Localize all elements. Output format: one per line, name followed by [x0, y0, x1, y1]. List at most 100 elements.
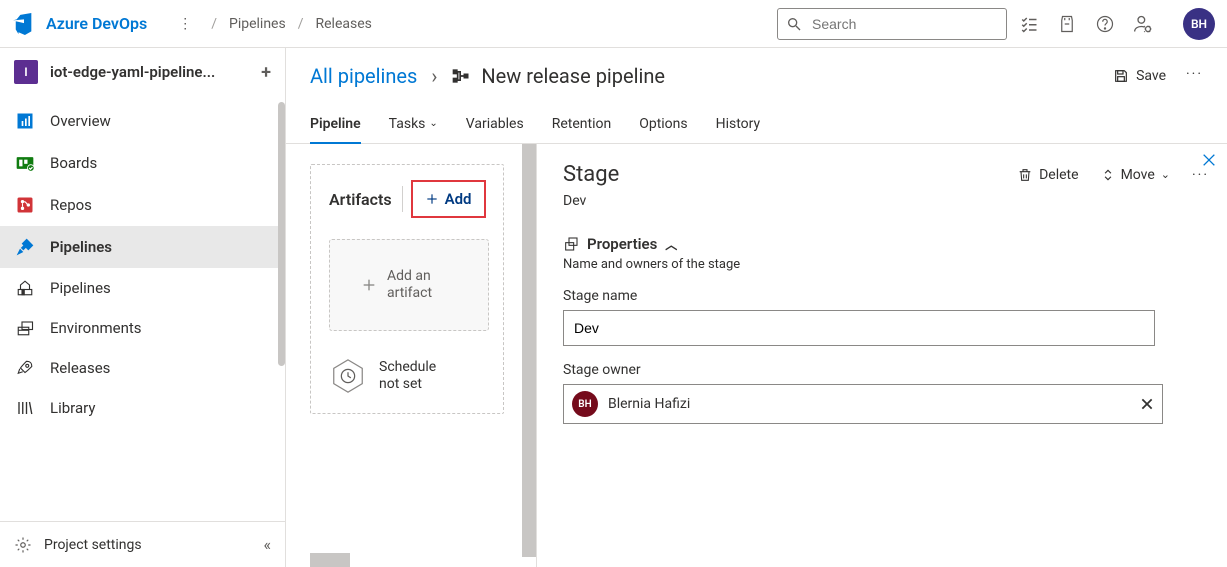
artifacts-section: Artifacts Add Add an arti: [310, 164, 504, 414]
task-list-icon[interactable]: [1019, 14, 1039, 34]
tab-history[interactable]: History: [716, 104, 761, 143]
library-icon: [14, 397, 36, 419]
user-settings-icon[interactable]: [1133, 14, 1153, 34]
stage-name-input[interactable]: [563, 310, 1155, 346]
schedule-text: Schedule not set: [379, 359, 449, 394]
stage-owner-label: Stage owner: [563, 362, 1209, 378]
canvas-scrollbar-vertical[interactable]: [522, 144, 536, 557]
tab-tasks[interactable]: Tasks⌄: [389, 104, 438, 143]
search-box[interactable]: [777, 8, 1007, 40]
tab-pipeline[interactable]: Pipeline: [310, 104, 361, 143]
add-artifact-tile[interactable]: Add an artifact: [329, 239, 489, 331]
nav-label: Boards: [50, 154, 97, 172]
properties-section-header[interactable]: Properties ︿: [563, 235, 1209, 253]
stage-panel: Stage Delete Move: [536, 144, 1227, 567]
project-header[interactable]: I iot-edge-yaml-pipeline... +: [0, 48, 285, 96]
pipeline-canvas: Artifacts Add Add an arti: [286, 144, 536, 567]
project-settings-label: Project settings: [44, 537, 142, 553]
sidebar-item-library[interactable]: Library: [0, 388, 279, 428]
remove-owner-icon[interactable]: [1140, 397, 1154, 411]
plus-icon: [361, 277, 377, 293]
more-actions-icon[interactable]: ···: [1186, 66, 1203, 86]
trash-icon: [1017, 167, 1033, 183]
releases-icon: [14, 357, 36, 379]
more-stage-actions-icon[interactable]: ···: [1192, 167, 1209, 183]
top-header: Azure DevOps ⋮ / Pipelines / Releases BH: [0, 0, 1227, 48]
chevron-up-icon: ︿: [665, 236, 677, 253]
breadcrumb-sep: /: [298, 16, 304, 32]
add-artifact-button[interactable]: Add: [411, 180, 486, 218]
tabs: Pipeline Tasks⌄ Variables Retention Opti…: [286, 104, 1227, 144]
chevron-down-icon: ⌄: [429, 118, 437, 129]
overview-icon: [14, 110, 36, 132]
save-button[interactable]: Save: [1113, 68, 1166, 84]
owner-name: Blernia Hafizi: [608, 396, 1130, 412]
sidebar-scrollbar[interactable]: [278, 102, 285, 366]
save-label: Save: [1136, 68, 1166, 84]
nav-label: Releases: [50, 359, 110, 377]
main: All pipelines › New release pipeline Sav…: [286, 48, 1227, 567]
properties-icon: [563, 236, 579, 252]
move-icon: [1101, 168, 1115, 182]
canvas-scrollbar-horizontal[interactable]: [310, 553, 536, 567]
project-settings[interactable]: Project settings «: [0, 521, 285, 567]
sidebar: I iot-edge-yaml-pipeline... + Overview B…: [0, 48, 286, 567]
nav-label: Library: [50, 399, 95, 417]
add-project-icon[interactable]: +: [261, 62, 271, 83]
collapse-sidebar-icon[interactable]: «: [263, 535, 271, 554]
owner-avatar: BH: [572, 391, 598, 417]
nav-label: Environments: [50, 319, 142, 337]
search-icon: [786, 16, 802, 32]
sidebar-item-overview[interactable]: Overview: [0, 100, 279, 142]
tab-retention[interactable]: Retention: [552, 104, 612, 143]
help-icon[interactable]: [1095, 14, 1115, 34]
sidebar-item-boards[interactable]: Boards: [0, 142, 279, 184]
nav-label: Repos: [50, 196, 92, 214]
add-artifact-text: Add an artifact: [387, 268, 457, 303]
project-name: iot-edge-yaml-pipeline...: [50, 63, 261, 81]
pipeline-breadcrumb: All pipelines › New release pipeline Sav…: [286, 48, 1227, 104]
project-icon: I: [14, 60, 38, 84]
close-panel-icon[interactable]: [1201, 152, 1217, 168]
sidebar-item-environments[interactable]: Environments: [0, 308, 279, 348]
pipelines-sub-icon: [14, 277, 36, 299]
user-avatar[interactable]: BH: [1183, 8, 1215, 40]
stage-name-label: Stage name: [563, 288, 1209, 304]
all-pipelines-link[interactable]: All pipelines: [310, 64, 417, 88]
schedule-icon: [329, 357, 367, 395]
page-title: New release pipeline: [481, 64, 665, 88]
release-pipeline-icon: [451, 66, 471, 86]
repos-icon: [14, 194, 36, 216]
tab-variables[interactable]: Variables: [466, 104, 524, 143]
nav-label: Pipelines: [50, 238, 112, 256]
move-stage-button[interactable]: Move ⌄: [1101, 167, 1170, 183]
delete-stage-button[interactable]: Delete: [1017, 167, 1078, 183]
save-icon: [1113, 68, 1129, 84]
environments-icon: [14, 317, 36, 339]
sidebar-item-repos[interactable]: Repos: [0, 184, 279, 226]
gear-icon: [14, 536, 32, 554]
sidebar-item-pipelines-sub[interactable]: Pipelines: [0, 268, 279, 308]
azure-devops-logo-icon[interactable]: [12, 12, 36, 36]
brand-label[interactable]: Azure DevOps: [46, 14, 147, 33]
schedule-row[interactable]: Schedule not set: [329, 357, 489, 395]
marketplace-icon[interactable]: [1057, 14, 1077, 34]
more-vertical-icon[interactable]: ⋮: [171, 16, 199, 32]
tab-options[interactable]: Options: [639, 104, 687, 143]
breadcrumb-item[interactable]: Pipelines: [229, 16, 286, 32]
panel-title: Stage: [563, 162, 1017, 187]
stage-owner-field[interactable]: BH Blernia Hafizi: [563, 384, 1163, 424]
chevron-down-icon: ⌄: [1161, 168, 1170, 181]
properties-description: Name and owners of the stage: [563, 257, 1209, 272]
pipelines-icon: [14, 236, 36, 258]
sidebar-item-releases[interactable]: Releases: [0, 348, 279, 388]
sidebar-item-pipelines[interactable]: Pipelines: [0, 226, 279, 268]
add-label: Add: [445, 190, 472, 208]
breadcrumb-item[interactable]: Releases: [315, 16, 371, 32]
plus-icon: [425, 192, 439, 206]
artifacts-label: Artifacts: [329, 190, 392, 209]
nav-label: Overview: [50, 112, 111, 130]
chevron-right-icon: ›: [431, 64, 437, 88]
boards-icon: [14, 152, 36, 174]
search-input[interactable]: [810, 15, 998, 33]
